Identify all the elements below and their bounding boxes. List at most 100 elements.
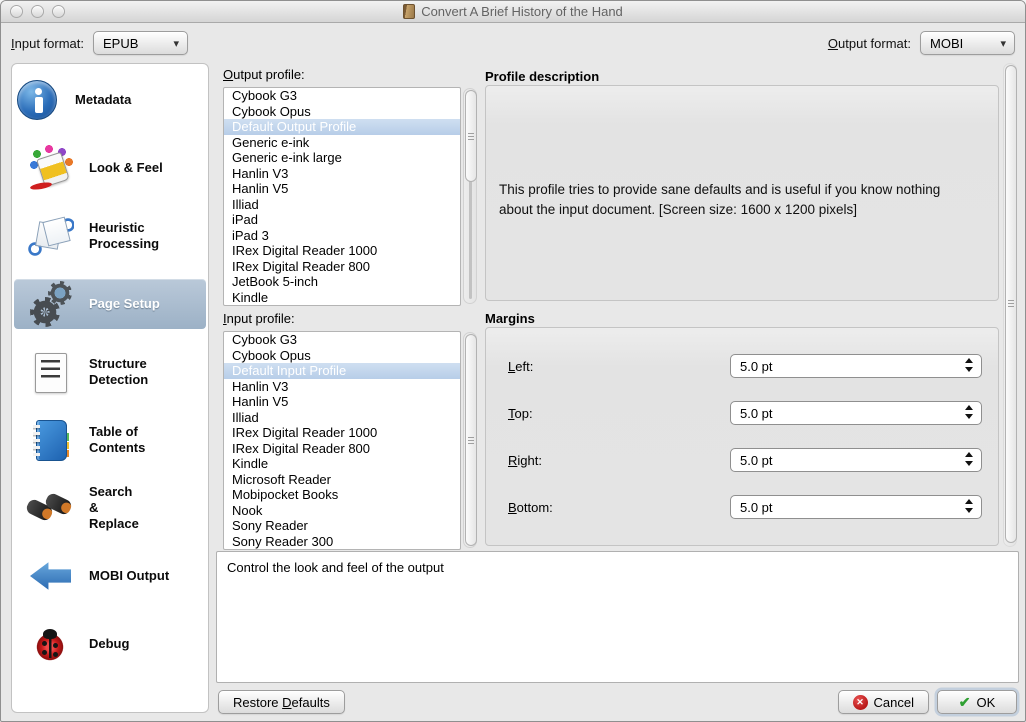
sidebar-item[interactable]: MOBI Output xyxy=(14,542,206,610)
book-cover-icon xyxy=(403,4,415,19)
title-group: Convert A Brief History of the Hand xyxy=(403,4,623,19)
output-profile-item[interactable]: Cybook Opus xyxy=(224,104,460,120)
ok-check-icon: ✔ xyxy=(959,695,971,709)
output-profile-item[interactable]: Generic e-ink large xyxy=(224,150,460,166)
sidebar-item[interactable]: Table of Contents xyxy=(14,406,206,474)
margin-spinner[interactable]: 5.0 pt xyxy=(730,354,982,378)
close-button[interactable] xyxy=(10,5,23,18)
spinner-down-icon[interactable] xyxy=(965,414,973,419)
output-format-value: MOBI xyxy=(930,36,963,51)
margin-label: Top: xyxy=(508,406,533,421)
output-profile-label: Output profile: xyxy=(223,67,305,82)
spinner-arrows-icon[interactable] xyxy=(965,358,973,372)
traffic-lights xyxy=(10,5,65,18)
output-profile-item[interactable]: IRex Digital Reader 1000 xyxy=(224,243,460,259)
sidebar-item[interactable]: Structure Detection xyxy=(14,338,206,406)
spinner-down-icon[interactable] xyxy=(965,461,973,466)
margin-spinner[interactable]: 5.0 pt xyxy=(730,401,982,425)
spinner-up-icon[interactable] xyxy=(965,405,973,410)
input-profile-item[interactable]: Sony Reader xyxy=(224,518,460,534)
notebook-icon xyxy=(28,417,74,463)
margin-value: 5.0 pt xyxy=(740,453,773,468)
margins-title: Margins xyxy=(485,311,535,326)
action-buttons: ✕ Cancel ✔ OK xyxy=(838,690,1017,714)
input-profile-item[interactable]: Cybook Opus xyxy=(224,348,460,364)
paint-icon xyxy=(28,145,74,191)
margin-value: 5.0 pt xyxy=(740,359,773,374)
output-profile-item[interactable]: iPad 3 xyxy=(224,228,460,244)
arrow-icon xyxy=(28,553,74,599)
input-profile-item[interactable]: IRex Digital Reader 800 xyxy=(224,441,460,457)
sidebar: Metadata Look & Feel Heuristic Processin… xyxy=(11,63,209,713)
sidebar-item[interactable]: Page Setup xyxy=(14,279,206,329)
binoculars-icon xyxy=(28,485,74,531)
output-profile-item[interactable]: Hanlin V3 xyxy=(224,166,460,182)
input-format-select[interactable]: EPUB ▾ xyxy=(93,31,188,55)
input-profile-item[interactable]: Hanlin V3 xyxy=(224,379,460,395)
cancel-x-icon: ✕ xyxy=(853,695,868,710)
input-profile-item[interactable]: Hanlin V5 xyxy=(224,394,460,410)
output-profile-item[interactable]: Hanlin V5 xyxy=(224,181,460,197)
spinner-up-icon[interactable] xyxy=(965,358,973,363)
ok-button[interactable]: ✔ OK xyxy=(937,690,1017,714)
sidebar-item[interactable]: Search & Replace xyxy=(14,474,206,542)
output-profile-item[interactable]: Default Output Profile xyxy=(224,119,460,135)
output-profile-item[interactable]: Kindle xyxy=(224,290,460,306)
panel-scrollbar-thumb[interactable] xyxy=(1005,65,1017,543)
output-profile-list: Cybook G3 Cybook Opus Default Output Pro… xyxy=(223,87,461,306)
spinner-down-icon[interactable] xyxy=(965,367,973,372)
spinner-up-icon[interactable] xyxy=(965,499,973,504)
margin-value: 5.0 pt xyxy=(740,406,773,421)
sidebar-item[interactable]: Heuristic Processing xyxy=(14,202,206,270)
titlebar[interactable]: Convert A Brief History of the Hand xyxy=(1,1,1025,23)
margin-row: Top: 5.0 pt xyxy=(486,401,998,425)
output-profile-item[interactable]: IRex Digital Reader 800 xyxy=(224,259,460,275)
output-format-select[interactable]: MOBI ▾ xyxy=(920,31,1015,55)
margin-spinner[interactable]: 5.0 pt xyxy=(730,448,982,472)
cancel-label: Cancel xyxy=(874,695,914,710)
sidebar-item[interactable]: Look & Feel xyxy=(14,134,206,202)
margin-spinner[interactable]: 5.0 pt xyxy=(730,495,982,519)
spinner-up-icon[interactable] xyxy=(965,452,973,457)
sidebar-item[interactable]: Metadata xyxy=(14,66,206,134)
spinner-arrows-icon[interactable] xyxy=(965,405,973,419)
input-profile-item[interactable]: Illiad xyxy=(224,410,460,426)
input-profile-item[interactable]: Nook xyxy=(224,503,460,519)
input-profile-item[interactable]: Kindle xyxy=(224,456,460,472)
input-profile-item[interactable]: IRex Digital Reader 1000 xyxy=(224,425,460,441)
document-icon xyxy=(28,349,74,395)
input-profile-label: Input profile: xyxy=(223,311,295,326)
spinner-arrows-icon[interactable] xyxy=(965,499,973,513)
section-description-box: Control the look and feel of the output xyxy=(216,551,1019,683)
input-profile-item[interactable]: Sony Reader 300 xyxy=(224,534,460,550)
spinner-down-icon[interactable] xyxy=(965,508,973,513)
output-profile-item[interactable]: iPad xyxy=(224,212,460,228)
sidebar-item[interactable]: Debug xyxy=(14,610,206,678)
sidebar-item-label: Debug xyxy=(89,636,129,652)
output-profile-item[interactable]: Generic e-ink xyxy=(224,135,460,151)
minimize-button[interactable] xyxy=(31,5,44,18)
output-profile-scrollbar[interactable] xyxy=(463,88,477,304)
restore-defaults-button[interactable]: Restore Defaults xyxy=(218,690,345,714)
cancel-button[interactable]: ✕ Cancel xyxy=(838,690,929,714)
input-profile-item[interactable]: Mobipocket Books xyxy=(224,487,460,503)
profile-description-title: Profile description xyxy=(485,69,599,84)
output-profile-item[interactable]: JetBook 5-inch xyxy=(224,274,460,290)
zoom-button[interactable] xyxy=(52,5,65,18)
sidebar-item-label: Heuristic Processing xyxy=(89,220,159,252)
spinner-arrows-icon[interactable] xyxy=(965,452,973,466)
output-profile-item[interactable]: Cybook G3 xyxy=(224,88,460,104)
input-profile-item[interactable]: Microsoft Reader xyxy=(224,472,460,488)
profile-description-text: This profile tries to provide sane defau… xyxy=(486,86,998,220)
input-format-value: EPUB xyxy=(103,36,138,51)
scrollbar-grip-icon xyxy=(468,133,474,141)
output-profile-scrollbar-thumb[interactable] xyxy=(465,90,477,182)
panel-scrollbar[interactable] xyxy=(1003,63,1017,547)
input-profile-item[interactable]: Default Input Profile xyxy=(224,363,460,379)
input-profile-scrollbar[interactable] xyxy=(463,332,477,548)
output-profile-item[interactable]: Illiad xyxy=(224,197,460,213)
input-profile-scrollbar-thumb[interactable] xyxy=(465,334,477,546)
sidebar-item-label: Table of Contents xyxy=(89,424,145,456)
input-profile-item[interactable]: Cybook G3 xyxy=(224,332,460,348)
ladybug-icon xyxy=(28,621,74,667)
